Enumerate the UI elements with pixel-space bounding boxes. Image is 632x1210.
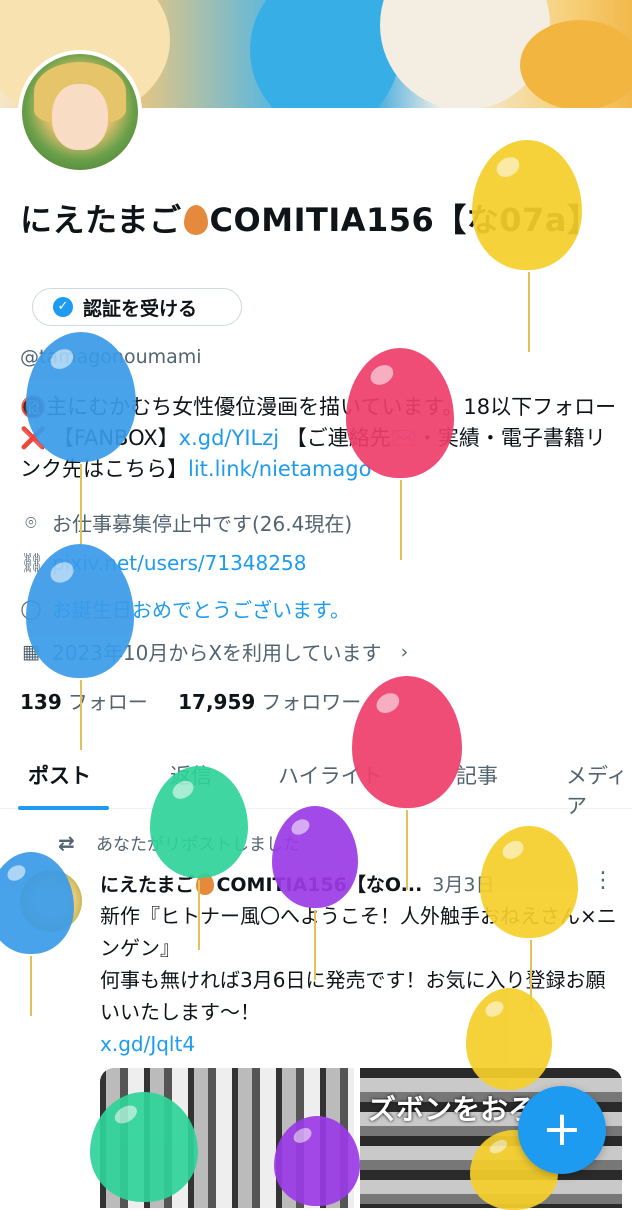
avatar-face — [52, 84, 108, 150]
profile-tabs: ポスト 返信 ハイライト 記事 メディア — [0, 752, 632, 818]
balloon-icon — [0, 852, 74, 954]
more-vertical-icon[interactable]: ⋮ — [592, 868, 614, 893]
following-link[interactable]: 139 フォロー — [20, 690, 148, 714]
balloon-icon — [352, 676, 462, 808]
get-verified-label: 認証を受ける — [83, 297, 198, 320]
location-text: お仕事募集停止中です(26.4現在) — [52, 512, 353, 536]
balloon-string — [528, 272, 530, 352]
balloon-icon — [272, 806, 358, 908]
balloon-string — [80, 680, 82, 750]
followers-count: 17,959 — [178, 690, 256, 714]
balloon-string — [80, 464, 82, 544]
location-pin-icon: ⌾ — [25, 511, 37, 534]
active-tab-indicator — [18, 806, 109, 810]
get-verified-button[interactable]: ✓ 認証を受ける — [32, 288, 242, 326]
balloon-string — [30, 956, 32, 1016]
compose-button[interactable]: + — [518, 1086, 606, 1174]
display-name-part1: にえたまご — [20, 201, 182, 239]
bio-link-litlink[interactable]: lit.link/nietamago — [188, 457, 371, 481]
balloon-string — [314, 910, 316, 980]
balloon-icon — [26, 544, 134, 678]
balloon-icon — [480, 826, 578, 938]
chevron-right-icon: › — [400, 640, 409, 663]
balloon-icon — [26, 332, 136, 462]
following-count: 139 — [20, 690, 62, 714]
tab-posts[interactable]: ポスト — [28, 760, 91, 790]
balloon-string — [406, 810, 408, 890]
balloon-string — [198, 880, 200, 950]
profile-location: ⌾ お仕事募集停止中です(26.4現在) — [20, 508, 352, 537]
plus-icon: + — [541, 1101, 583, 1157]
tab-articles[interactable]: 記事 — [456, 760, 498, 790]
egg-icon — [183, 205, 208, 235]
tweet-author-name-1[interactable]: にえたまご — [100, 874, 194, 896]
balloon-icon — [472, 140, 582, 270]
balloon-icon — [90, 1092, 198, 1202]
balloon-string — [400, 480, 402, 560]
repost-icon: ⇄ — [58, 830, 75, 855]
followers-label: フォロワー — [261, 690, 362, 714]
verified-badge-icon: ✓ — [53, 297, 73, 317]
follow-stats: 139 フォロー 17,959 フォロワー — [20, 686, 361, 715]
balloon-icon — [274, 1116, 360, 1206]
balloon-icon — [346, 348, 454, 478]
tab-media[interactable]: メディア — [566, 760, 632, 820]
followers-link[interactable]: 17,959 フォロワー — [178, 690, 361, 714]
balloon-icon — [466, 988, 552, 1090]
profile-avatar[interactable] — [18, 50, 142, 174]
balloon-icon — [150, 766, 248, 878]
bio-link-fanbox[interactable]: x.gd/YILzj — [179, 426, 279, 450]
